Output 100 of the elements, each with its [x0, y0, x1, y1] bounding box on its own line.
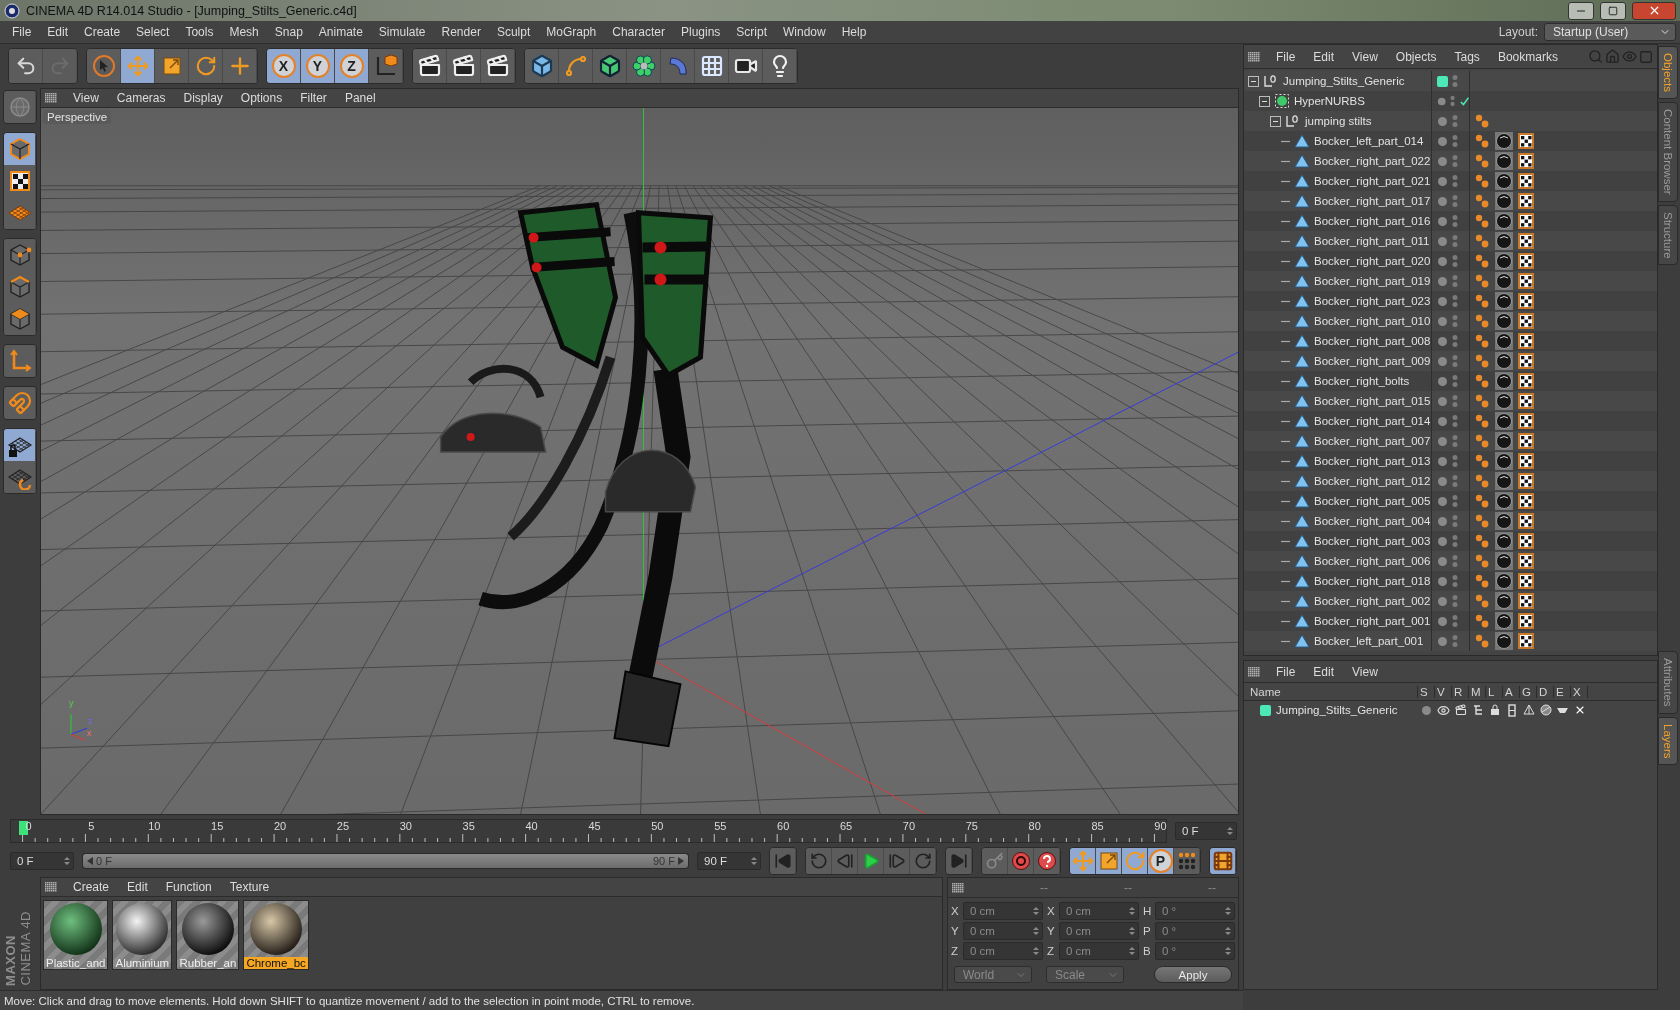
menu-item[interactable]: Display	[175, 89, 231, 107]
menu-item[interactable]: Bookmarks	[1489, 47, 1566, 66]
key-move-button[interactable]	[1070, 848, 1096, 874]
axis-button[interactable]: X	[267, 49, 301, 83]
menu-item[interactable]: Select	[128, 23, 178, 41]
menu-item[interactable]: Objects	[1387, 47, 1445, 66]
start-frame-field[interactable]: 0 F	[10, 852, 74, 870]
coordinate-field[interactable]: 0 cm	[963, 902, 1043, 920]
menu-item[interactable]: Texture	[221, 878, 278, 896]
object-row[interactable]: Bocker_right_part_011	[1244, 231, 1657, 251]
object-row[interactable]: Jumping_Stilts_Generic	[1244, 71, 1657, 91]
key-scale-button[interactable]	[1096, 848, 1122, 874]
menu-item[interactable]: View	[1344, 662, 1386, 681]
layout-dropdown[interactable]: Startup (User)	[1544, 23, 1676, 41]
object-row[interactable]: Bocker_right_part_007	[1244, 431, 1657, 451]
render-view-button[interactable]	[413, 49, 447, 83]
object-row[interactable]: Bocker_right_part_004	[1244, 511, 1657, 531]
coordinate-field[interactable]: 0 cm	[963, 942, 1043, 960]
menu-item[interactable]: Edit	[1305, 47, 1343, 66]
side-tab[interactable]: Objects	[1658, 46, 1678, 99]
object-row[interactable]: Bocker_right_part_019	[1244, 271, 1657, 291]
key-rotate-button[interactable]	[1122, 848, 1148, 874]
lock-workplane-button[interactable]	[4, 429, 36, 461]
menu-item[interactable]: Function	[157, 878, 220, 896]
axis-button[interactable]	[4, 345, 36, 377]
menu-item[interactable]: File	[1268, 47, 1304, 66]
prev-key-button[interactable]	[806, 848, 832, 874]
timeline-button[interactable]	[1210, 848, 1236, 874]
autokey-button[interactable]	[982, 848, 1008, 874]
menu-item[interactable]: Edit	[1305, 662, 1343, 681]
material-swatch[interactable]: Plastic_and	[43, 900, 109, 970]
menu-item[interactable]: Snap	[266, 23, 311, 41]
menu-item[interactable]: Edit	[119, 878, 156, 896]
menu-item[interactable]: Mesh	[221, 23, 267, 41]
object-row[interactable]: jumping stilts	[1244, 111, 1657, 131]
menu-item[interactable]: Cameras	[108, 89, 174, 107]
object-row[interactable]: Bocker_right_part_015	[1244, 391, 1657, 411]
menu-item[interactable]: File	[1268, 662, 1304, 681]
points-button[interactable]	[4, 239, 36, 271]
menu-item[interactable]: Animate	[310, 23, 371, 41]
model-button[interactable]	[4, 133, 36, 165]
menu-item[interactable]: Create	[65, 878, 118, 896]
snap-button[interactable]	[4, 387, 36, 419]
layer-color-swatch[interactable]	[1437, 75, 1448, 87]
object-row[interactable]: Bocker_right_part_010	[1244, 311, 1657, 331]
object-row[interactable]: Bocker_right_part_009	[1244, 351, 1657, 371]
axis-button[interactable]: Z	[335, 49, 369, 83]
solo-button[interactable]	[4, 91, 36, 123]
menu-item[interactable]: Script	[728, 23, 775, 41]
material-swatch[interactable]: Aluminium	[112, 900, 173, 970]
polygons-button[interactable]	[4, 303, 36, 335]
menu-item[interactable]: Options	[232, 89, 291, 107]
layer-color-swatch[interactable]	[1260, 704, 1271, 716]
object-row[interactable]: Bocker_right_part_006	[1244, 551, 1657, 571]
menu-item[interactable]: Create	[76, 23, 129, 41]
coordinate-field[interactable]: 0 cm	[1059, 922, 1139, 940]
menu-item[interactable]: Sculpt	[488, 23, 539, 41]
menu-item[interactable]: Filter	[292, 89, 335, 107]
end-frame-field[interactable]: 90 F	[697, 852, 761, 870]
workplane-sync-button[interactable]	[4, 461, 36, 493]
select-button[interactable]	[87, 49, 121, 83]
menu-item[interactable]: MoGraph	[538, 23, 605, 41]
coordinate-field[interactable]: 0 °	[1155, 922, 1235, 940]
maximize-button[interactable]	[1600, 1, 1626, 20]
close-button[interactable]	[1632, 1, 1676, 20]
coordinate-field[interactable]: 0 °	[1155, 902, 1235, 920]
playhead[interactable]	[18, 821, 28, 835]
last-frame-button[interactable]	[946, 848, 972, 874]
coordinate-field[interactable]: 0 °	[1155, 942, 1235, 960]
menu-item[interactable]: View	[65, 89, 107, 107]
menu-item[interactable]: Simulate	[370, 23, 434, 41]
object-row[interactable]: Bocker_right_part_022	[1244, 151, 1657, 171]
menu-item[interactable]: Tools	[177, 23, 222, 41]
timeline-ruler[interactable]: 0 5 10 15 20 25 30 35 40 45 50 55 60 65 70 75 80 85 90	[10, 819, 1167, 843]
menu-item[interactable]: Tags	[1446, 47, 1488, 66]
menu-item[interactable]: Help	[833, 23, 875, 41]
menu-item[interactable]: Edit	[39, 23, 77, 41]
coordinate-field[interactable]: 0 cm	[1059, 902, 1139, 920]
apply-button[interactable]: Apply	[1154, 966, 1232, 983]
object-row[interactable]: Bocker_left_part_001	[1244, 631, 1657, 651]
coordinate-field[interactable]: 0 cm	[963, 922, 1043, 940]
coordinate-field[interactable]: 0 cm	[1059, 942, 1139, 960]
current-frame-field[interactable]: 0 F	[1175, 822, 1237, 840]
menu-item[interactable]: Window	[775, 23, 834, 41]
cube-button[interactable]	[525, 49, 559, 83]
object-row[interactable]: Bocker_right_part_017	[1244, 191, 1657, 211]
menu-item[interactable]: Render	[433, 23, 489, 41]
key-param-button[interactable]: P	[1148, 848, 1174, 874]
minimize-button[interactable]	[1568, 1, 1594, 20]
object-row[interactable]: Bocker_right_part_012	[1244, 471, 1657, 491]
menu-item[interactable]: View	[1344, 47, 1386, 66]
menu-item[interactable]: Panel	[336, 89, 384, 107]
axis-button[interactable]: Y	[301, 49, 335, 83]
first-frame-button[interactable]	[770, 848, 796, 874]
workplane-button[interactable]	[4, 197, 36, 229]
menu-item[interactable]: Character	[604, 23, 673, 41]
menu-item[interactable]: File	[4, 23, 40, 41]
object-row[interactable]: Bocker_right_part_002	[1244, 591, 1657, 611]
menu-item[interactable]: Plugins	[672, 23, 729, 41]
side-tab[interactable]: Layers	[1658, 716, 1678, 766]
